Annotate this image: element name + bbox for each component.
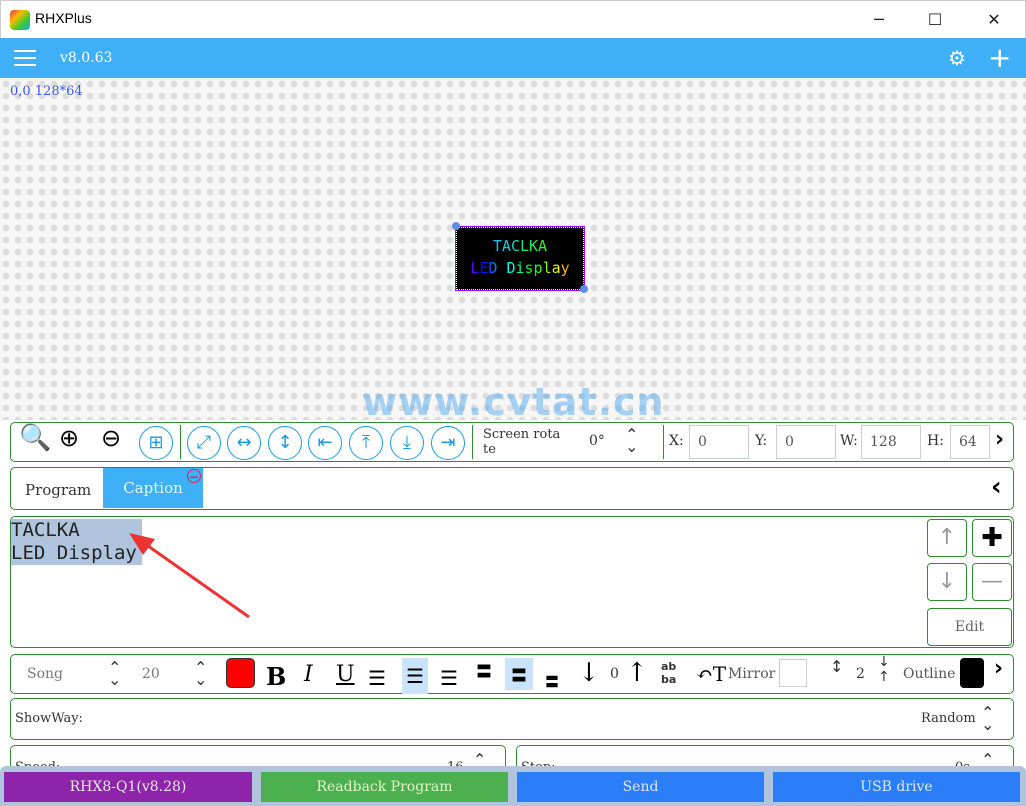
w-input[interactable]: 128 bbox=[861, 425, 921, 459]
readback-button[interactable]: Readback Program bbox=[261, 772, 508, 802]
title-bar: RHXPlus ─ ☐ ✕ bbox=[0, 0, 1026, 38]
text-color-swatch[interactable] bbox=[226, 658, 255, 688]
align-text-left-icon[interactable]: ☰ bbox=[368, 666, 386, 690]
watermark: www.cvtat.cn bbox=[362, 380, 665, 424]
coords-label: 0,0 128*64 bbox=[10, 84, 83, 99]
spacing-down-icon[interactable]: ↓ bbox=[578, 658, 600, 688]
remove-tab-icon[interactable]: − bbox=[187, 469, 201, 484]
align-left-icon[interactable]: ⇤ bbox=[308, 426, 342, 460]
zoom-out-icon[interactable]: ⊖ bbox=[101, 424, 121, 452]
line-spacing-down-icon[interactable]: ↓ ↑ bbox=[878, 655, 890, 685]
font-select[interactable]: Song bbox=[27, 666, 63, 682]
caption-editor[interactable]: TACLKA LED Display ↑ ✚ ↓ — Edit bbox=[10, 516, 1014, 648]
send-button[interactable]: Send bbox=[517, 772, 764, 802]
tab-program[interactable]: Program bbox=[25, 481, 91, 499]
search-icon[interactable]: 🔍 bbox=[19, 423, 51, 453]
showway-row[interactable]: ShowWay: Random ⌃ ⌄ bbox=[10, 698, 1014, 740]
mirror-checkbox[interactable] bbox=[779, 659, 807, 687]
size-spinner-icon[interactable]: ⌃ ⌄ bbox=[194, 660, 207, 688]
rotate-label-line2: te bbox=[483, 442, 496, 457]
outline-label: Outline bbox=[903, 666, 956, 682]
align-text-center-icon[interactable]: ☰ bbox=[402, 658, 428, 694]
chevron-left-icon[interactable]: ‹ bbox=[991, 472, 1002, 502]
line-spacing-icon[interactable]: ↕ bbox=[830, 657, 843, 676]
rotate-text-icon[interactable]: ↶T bbox=[696, 662, 726, 686]
showway-label: ShowWay: bbox=[15, 711, 83, 726]
resize-handle-tl[interactable] bbox=[452, 222, 460, 230]
resize-handle-br[interactable] bbox=[580, 285, 588, 293]
close-button[interactable]: ✕ bbox=[971, 5, 1017, 35]
reverse-text-icon[interactable]: ab ba bbox=[661, 660, 676, 686]
app-logo-icon bbox=[10, 10, 30, 30]
move-down-button[interactable]: ↓ bbox=[927, 563, 967, 601]
tab-bar: Program Caption − ‹ bbox=[10, 467, 1014, 510]
italic-button[interactable]: I bbox=[304, 662, 313, 687]
chevron-right-icon[interactable]: › bbox=[995, 427, 1004, 452]
bold-button[interactable]: B bbox=[266, 662, 286, 691]
hamburger-icon[interactable] bbox=[14, 50, 36, 66]
mirror-label: Mirror bbox=[728, 666, 776, 682]
device-button[interactable]: RHX8-Q1(v8.28) bbox=[4, 772, 252, 802]
usb-drive-button[interactable]: USB drive bbox=[773, 772, 1020, 802]
remove-button[interactable]: — bbox=[972, 563, 1012, 601]
outline-color-swatch[interactable] bbox=[960, 658, 984, 688]
format-chevron-right-icon[interactable]: › bbox=[994, 656, 1003, 681]
size-select[interactable]: 20 bbox=[142, 666, 160, 682]
zoom-in-icon[interactable]: ⊕ bbox=[59, 424, 79, 452]
font-spinner-icon[interactable]: ⌃ ⌄ bbox=[108, 660, 121, 688]
header-bar: v8.0.63 ⚙ + bbox=[0, 38, 1026, 78]
led-preview[interactable]: TACLKA LED Display bbox=[455, 226, 585, 291]
annotation-arrow bbox=[129, 533, 250, 619]
valign-top-icon[interactable]: 〓 bbox=[476, 658, 492, 682]
move-up-button[interactable]: ↑ bbox=[927, 519, 967, 557]
align-right-icon[interactable]: ⇥ bbox=[431, 426, 465, 460]
horizontal-center-icon[interactable]: ↔ bbox=[227, 426, 261, 460]
gear-icon[interactable]: ⚙ bbox=[948, 46, 966, 70]
led-line-2: LED Display bbox=[457, 259, 583, 277]
edit-button[interactable]: Edit bbox=[927, 608, 1012, 646]
showway-value[interactable]: Random bbox=[921, 711, 976, 726]
h-input[interactable]: 64 bbox=[950, 425, 990, 459]
spacing-up-icon[interactable]: ↑ bbox=[626, 658, 648, 688]
add-button[interactable]: ✚ bbox=[972, 519, 1012, 557]
align-text-right-icon[interactable]: ☰ bbox=[440, 666, 458, 690]
position-toolbar: 🔍 ⊕ ⊖ ⊞ ⤢ ↔ ↕ ⇤ ⤒ ⤓ ⇥ Screen rota te 0° ⌃… bbox=[10, 422, 1014, 462]
showway-spinner-icon[interactable]: ⌃ ⌄ bbox=[981, 705, 994, 733]
line-spacing-value[interactable]: 2 bbox=[856, 666, 865, 682]
x-label: X: bbox=[669, 433, 684, 449]
valign-bottom-icon[interactable]: 〓 bbox=[545, 672, 559, 692]
version-label: v8.0.63 bbox=[60, 50, 113, 66]
char-spacing-value[interactable]: 0 bbox=[610, 666, 619, 682]
align-top-icon[interactable]: ⤒ bbox=[349, 426, 383, 460]
y-label: Y: bbox=[755, 433, 768, 449]
valign-middle-icon[interactable]: 〓 bbox=[505, 658, 534, 690]
edit-label: Edit bbox=[954, 619, 985, 635]
window-title: RHXPlus bbox=[35, 10, 92, 26]
minimize-button[interactable]: ─ bbox=[856, 5, 902, 35]
align-bottom-icon[interactable]: ⤓ bbox=[390, 426, 424, 460]
y-input[interactable]: 0 bbox=[776, 425, 836, 459]
grid-icon[interactable]: ⊞ bbox=[139, 426, 173, 460]
underline-button[interactable]: U bbox=[336, 662, 355, 687]
rotate-value[interactable]: 0° bbox=[589, 433, 605, 449]
rotate-label: Screen rota te bbox=[483, 427, 560, 457]
h-label: H: bbox=[927, 433, 944, 449]
rotate-label-line1: Screen rota bbox=[483, 427, 561, 442]
rotate-spinner-icon[interactable]: ⌃ ⌄ bbox=[625, 427, 638, 455]
plus-icon[interactable]: + bbox=[988, 41, 1011, 74]
maximize-button[interactable]: ☐ bbox=[912, 5, 958, 35]
design-canvas[interactable]: 0,0 128*64 TACLKA LED Display www.cvtat.… bbox=[0, 78, 1026, 424]
fullscreen-icon[interactable]: ⤢ bbox=[187, 426, 221, 460]
w-label: W: bbox=[840, 433, 858, 449]
led-line-1: TACLKA bbox=[457, 237, 583, 255]
x-input[interactable]: 0 bbox=[689, 425, 749, 459]
tab-caption-label: Caption bbox=[123, 479, 183, 497]
vertical-center-icon[interactable]: ↕ bbox=[268, 426, 302, 460]
